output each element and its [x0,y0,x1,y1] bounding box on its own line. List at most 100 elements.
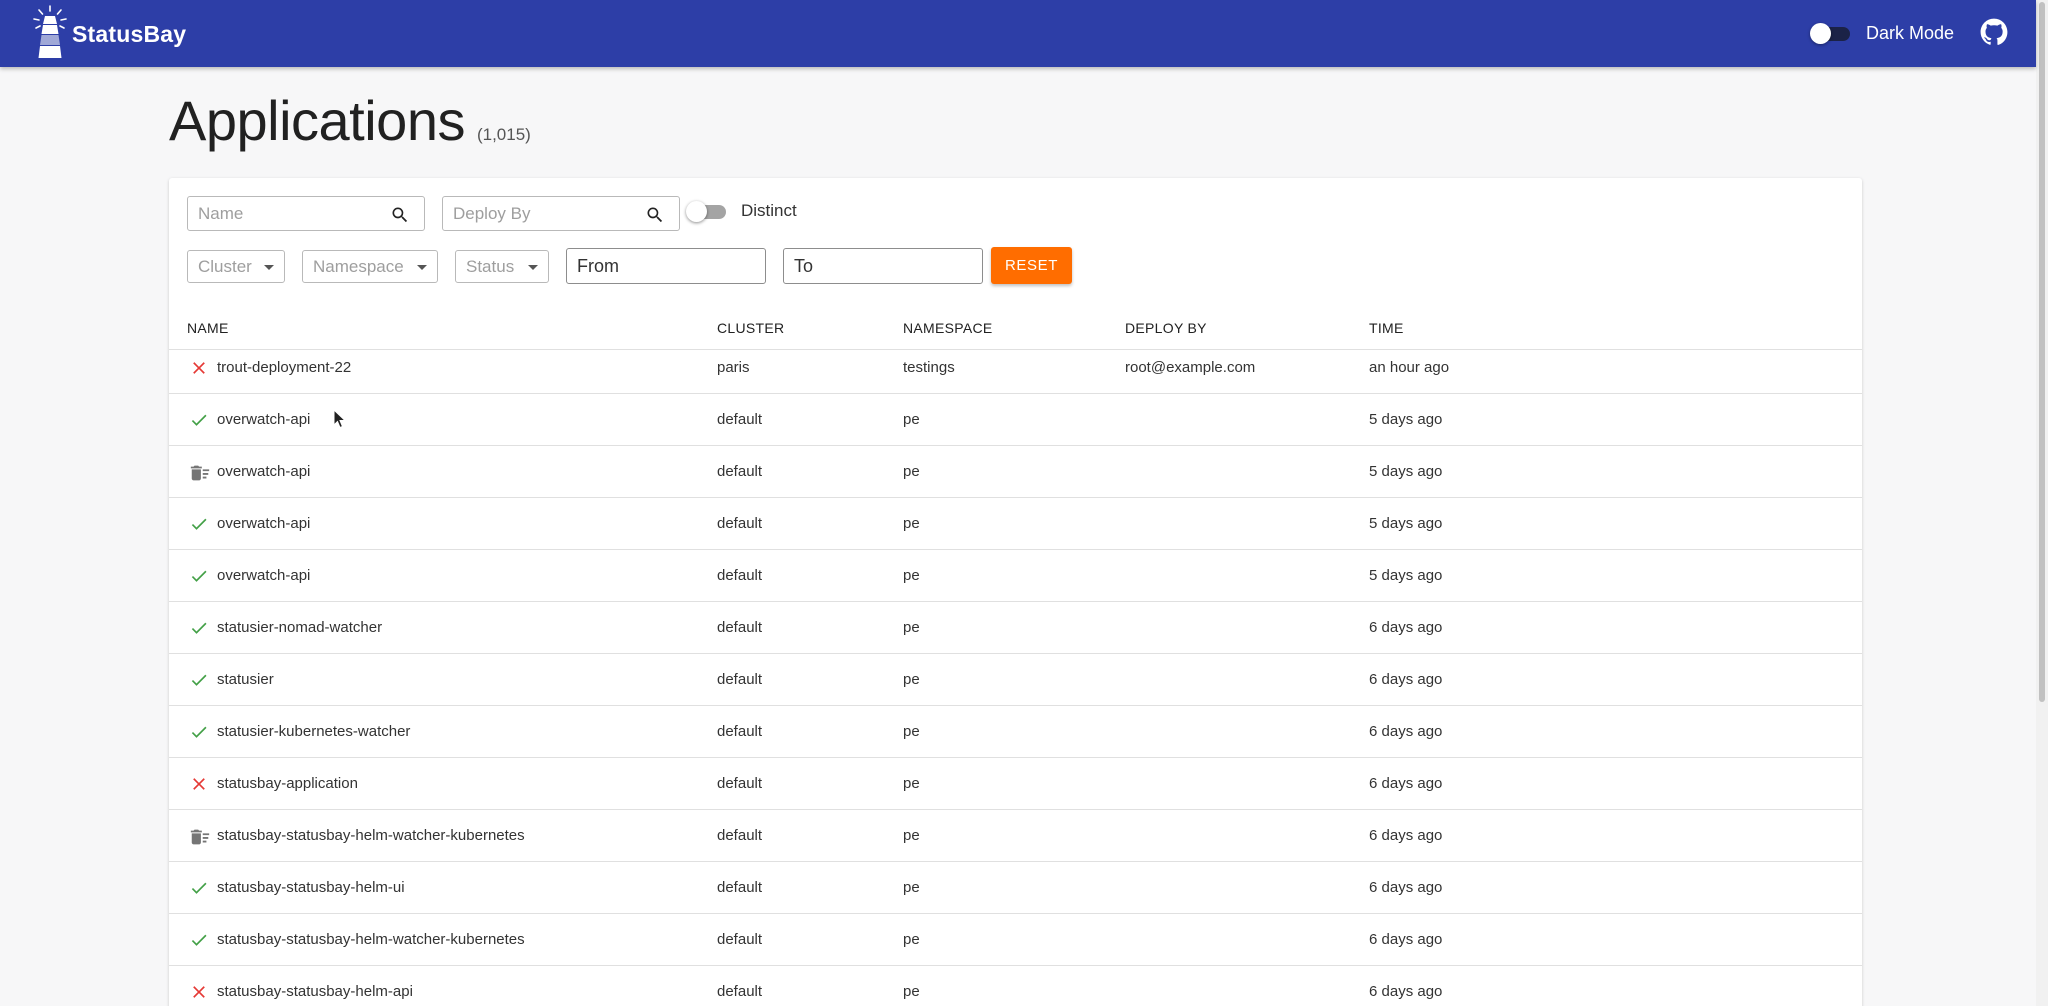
check-icon [189,930,209,950]
app-time: 6 days ago [1369,723,1443,740]
app-cluster: default [717,879,763,896]
brand-logo[interactable]: StatusBay [30,4,186,60]
brand-name: StatusBay [72,20,187,47]
app-time: 6 days ago [1369,983,1443,1000]
app-namespace: pe [903,515,920,532]
applications-table-body: trout-deployment-22 paris testings root@… [169,342,1862,1006]
app-time: 6 days ago [1369,931,1443,948]
app-time: 6 days ago [1369,671,1443,688]
table-row[interactable]: trout-deployment-22 paris testings root@… [169,342,1862,394]
from-date-field[interactable]: From [566,248,766,284]
cluster-select[interactable]: Cluster [187,250,285,283]
app-name[interactable]: overwatch-api [217,446,310,498]
app-time: 6 days ago [1369,619,1443,636]
app-name[interactable]: overwatch-api [217,550,310,602]
table-row[interactable]: overwatch-api default pe 5 days ago [169,446,1862,498]
table-row[interactable]: statusier-kubernetes-watcher default pe … [169,706,1862,758]
chevron-down-icon [417,265,427,270]
distinct-label: Distinct [741,201,797,220]
app-time: 6 days ago [1369,879,1443,896]
app-cluster: default [717,619,763,636]
deploy-by-search-field[interactable] [442,196,680,231]
app-cluster: paris [717,359,750,376]
table-row[interactable]: overwatch-api default pe 5 days ago [169,550,1862,602]
search-icon[interactable] [390,205,410,225]
close-icon [189,774,209,794]
app-namespace: pe [903,619,920,636]
app-cluster: default [717,463,763,480]
search-icon[interactable] [645,205,665,225]
app-cluster: default [717,775,763,792]
table-row[interactable]: overwatch-api default pe 5 days ago [169,498,1862,550]
reset-button[interactable]: RESET [991,247,1072,284]
app-namespace: pe [903,723,920,740]
status-select[interactable]: Status [455,250,549,283]
app-time: an hour ago [1369,359,1450,376]
app-name[interactable]: statusbay-statusbay-helm-ui [217,862,405,914]
distinct-toggle[interactable]: Distinct [686,198,797,224]
table-row[interactable]: statusbay-statusbay-helm-ui default pe 6… [169,862,1862,914]
applications-count: (1,015) [476,125,531,144]
lighthouse-icon [33,5,67,58]
distinct-switch[interactable] [686,198,728,224]
page-title: Applications [169,89,465,152]
app-time: 5 days ago [1369,515,1443,532]
app-name[interactable]: trout-deployment-22 [217,342,351,394]
app-cluster: default [717,827,763,844]
name-search-field[interactable] [187,196,425,231]
mouse-cursor-icon [333,409,347,429]
check-icon [189,410,209,430]
table-row[interactable]: statusbay-statusbay-helm-watcher-kuberne… [169,810,1862,862]
check-icon [189,566,209,586]
app-name[interactable]: statusbay-application [217,758,358,810]
from-date-label: From [577,255,619,276]
table-row[interactable]: statusier default pe 6 days ago [169,654,1862,706]
app-namespace: pe [903,827,920,844]
app-cluster: default [717,515,763,532]
chevron-down-icon [528,265,538,270]
table-row[interactable]: statusbay-statusbay-helm-watcher-kuberne… [169,914,1862,966]
app-name[interactable]: statusbay-statusbay-helm-watcher-kuberne… [217,810,525,862]
status-select-label: Status [466,256,515,276]
app-namespace: pe [903,411,920,428]
app-namespace: pe [903,463,920,480]
delete-sweep-icon [189,826,210,846]
close-icon [189,982,209,1002]
namespace-select[interactable]: Namespace [302,250,438,283]
app-namespace: pe [903,931,920,948]
dark-mode-toggle[interactable]: Dark Mode [1810,20,1954,46]
to-date-field[interactable]: To [783,248,983,284]
app-namespace: pe [903,671,920,688]
table-row[interactable]: statusbay-statusbay-helm-api default pe … [169,966,1862,1006]
app-name[interactable]: statusier [217,654,274,706]
github-icon[interactable] [1980,18,2008,46]
app-cluster: default [717,931,763,948]
page-header: Applications (1,015) [169,88,531,153]
page-scrollbar[interactable] [2036,0,2048,1006]
app-namespace: pe [903,879,920,896]
delete-sweep-icon [189,462,210,482]
app-namespace: pe [903,983,920,1000]
dark-mode-switch[interactable] [1810,20,1852,46]
app-name[interactable]: statusbay-statusbay-helm-watcher-kuberne… [217,914,525,966]
app-bar: StatusBay Dark Mode [0,0,2036,67]
app-name[interactable]: statusbay-statusbay-helm-api [217,966,413,1006]
app-name[interactable]: statusier-kubernetes-watcher [217,706,410,758]
app-namespace: pe [903,567,920,584]
table-row[interactable]: overwatch-api default pe 5 days ago [169,394,1862,446]
app-namespace: pe [903,775,920,792]
table-row[interactable]: statusier-nomad-watcher default pe 6 day… [169,602,1862,654]
applications-card: Distinct Cluster Namespace Status From T… [169,178,1862,1006]
check-icon [189,670,209,690]
check-icon [189,878,209,898]
chevron-down-icon [264,265,274,270]
app-name[interactable]: overwatch-api [217,394,310,446]
to-date-label: To [794,255,814,276]
table-row[interactable]: statusbay-application default pe 6 days … [169,758,1862,810]
app-name[interactable]: overwatch-api [217,498,310,550]
cluster-select-label: Cluster [198,256,252,276]
app-deploy-by: root@example.com [1125,359,1256,376]
dark-mode-label: Dark Mode [1866,22,1955,43]
app-name[interactable]: statusier-nomad-watcher [217,602,382,654]
app-time: 5 days ago [1369,463,1443,480]
